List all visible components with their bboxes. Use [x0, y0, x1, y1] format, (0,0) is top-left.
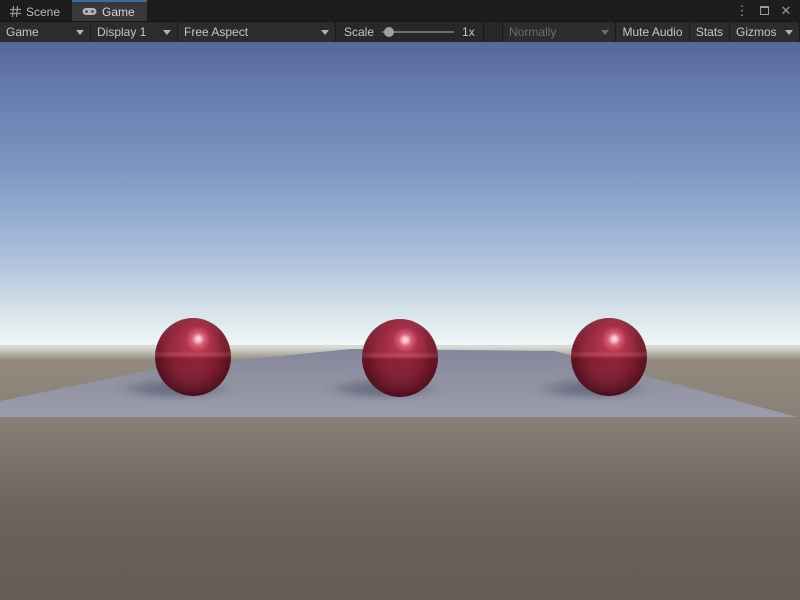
sky [0, 42, 800, 345]
aspect-label: Free Aspect [184, 25, 248, 39]
scale-value: 1x [462, 25, 475, 39]
more-menu-icon[interactable]: ⋮ [734, 3, 750, 19]
scale-slider[interactable] [382, 25, 454, 39]
gizmos-label: Gizmos [736, 25, 777, 39]
tab-strip: Scene Game ⋮ ✕ [0, 0, 800, 21]
red-sphere-2 [362, 319, 438, 397]
play-mode-dropdown[interactable]: Normally [503, 22, 616, 42]
game-mode-dropdown[interactable]: Game [0, 22, 91, 42]
chevron-down-icon [785, 30, 793, 35]
red-sphere-1 [155, 318, 231, 396]
mute-audio-button[interactable]: Mute Audio [616, 22, 690, 42]
close-icon[interactable]: ✕ [778, 3, 794, 19]
scale-label: Scale [344, 25, 374, 39]
chevron-down-icon [163, 30, 171, 35]
chevron-down-icon [601, 30, 609, 35]
scale-slider-knob[interactable] [384, 27, 394, 37]
play-mode-label: Normally [509, 25, 556, 39]
gizmos-dropdown[interactable]: Gizmos [730, 22, 800, 42]
gamepad-icon [82, 7, 97, 16]
display-label: Display 1 [97, 25, 146, 39]
game-mode-label: Game [6, 25, 39, 39]
game-view-toolbar: Game Display 1 Free Aspect Scale 1x Norm… [0, 21, 800, 42]
scale-control: Scale 1x [336, 22, 484, 42]
aspect-ratio-dropdown[interactable]: Free Aspect [178, 22, 336, 42]
chevron-down-icon [321, 30, 329, 35]
chevron-down-icon [76, 30, 84, 35]
game-viewport[interactable] [0, 42, 800, 600]
red-sphere-3 [571, 318, 647, 396]
grid-icon [10, 6, 21, 17]
toolbar-spacer [484, 22, 503, 42]
mute-audio-label: Mute Audio [622, 25, 682, 39]
tab-game[interactable]: Game [72, 0, 147, 21]
unity-game-window: Scene Game ⋮ ✕ Game Display 1 [0, 0, 800, 600]
tab-scene[interactable]: Scene [0, 0, 72, 21]
maximize-icon[interactable] [756, 3, 772, 19]
stats-button[interactable]: Stats [690, 22, 730, 42]
stats-label: Stats [696, 25, 723, 39]
tab-game-label: Game [102, 5, 135, 19]
display-dropdown[interactable]: Display 1 [91, 22, 178, 42]
window-controls: ⋮ ✕ [734, 0, 800, 21]
tab-scene-label: Scene [26, 5, 60, 19]
